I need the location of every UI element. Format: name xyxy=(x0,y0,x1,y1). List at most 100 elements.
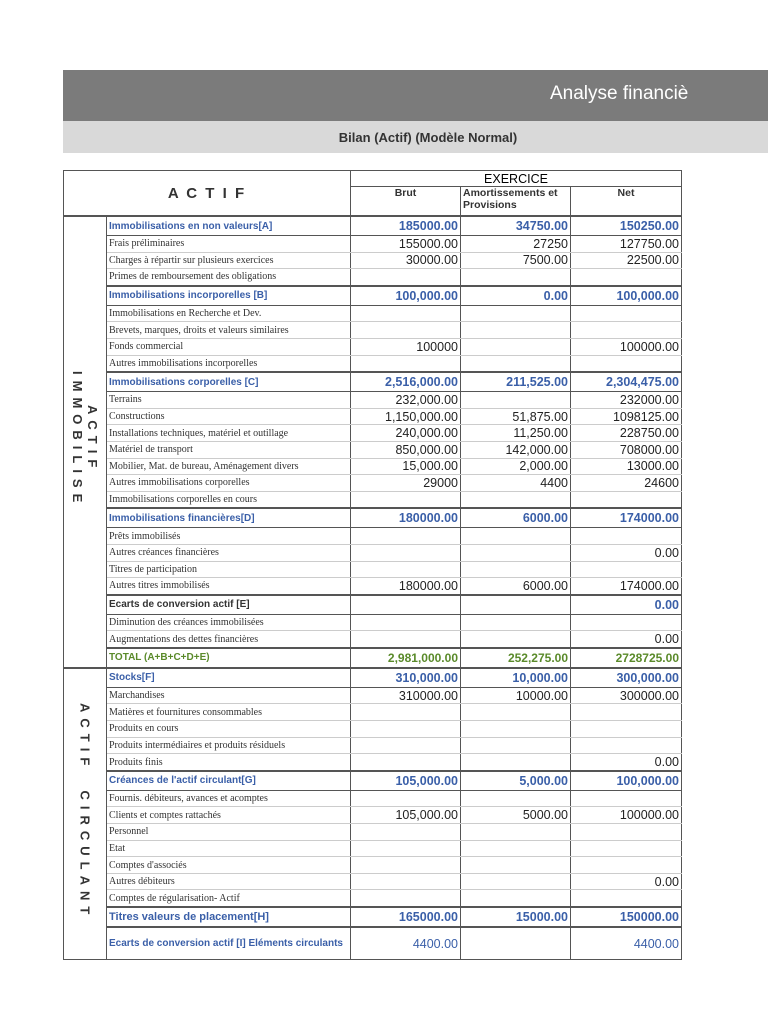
brut-value[interactable] xyxy=(350,856,461,874)
net-value[interactable]: 150250.00 xyxy=(570,215,682,236)
amort-value[interactable] xyxy=(460,789,571,808)
amort-value[interactable] xyxy=(460,823,571,841)
brut-value[interactable]: 165000.00 xyxy=(350,906,461,928)
amort-value[interactable] xyxy=(460,543,571,562)
net-value[interactable]: 300000.00 xyxy=(570,686,682,705)
amort-value[interactable]: 2,000.00 xyxy=(460,457,571,476)
net-value[interactable]: 232000.00 xyxy=(570,391,682,409)
brut-value[interactable]: 1,150,000.00 xyxy=(350,407,461,426)
net-value[interactable]: 0.00 xyxy=(570,753,682,772)
amort-value[interactable] xyxy=(460,321,571,339)
brut-value[interactable]: 2,981,000.00 xyxy=(350,646,461,669)
amort-value[interactable]: 5,000.00 xyxy=(460,769,571,791)
amort-value[interactable]: 11,250.00 xyxy=(460,424,571,442)
brut-value[interactable]: 4400.00 xyxy=(350,926,461,960)
brut-value[interactable]: 29000 xyxy=(350,474,461,492)
brut-value[interactable]: 155000.00 xyxy=(350,235,461,253)
net-value[interactable]: 100000.00 xyxy=(570,806,682,825)
net-value[interactable]: 174000.00 xyxy=(570,507,682,529)
brut-value[interactable] xyxy=(350,490,461,509)
amort-value[interactable]: 6000.00 xyxy=(460,507,571,529)
brut-value[interactable] xyxy=(350,823,461,841)
amort-value[interactable] xyxy=(460,593,571,615)
brut-value[interactable] xyxy=(350,543,461,562)
brut-value[interactable]: 15,000.00 xyxy=(350,457,461,476)
net-value[interactable] xyxy=(570,703,682,722)
brut-value[interactable] xyxy=(350,889,461,908)
brut-value[interactable]: 30000.00 xyxy=(350,251,461,270)
amort-value[interactable]: 27250 xyxy=(460,235,571,253)
brut-value[interactable] xyxy=(350,703,461,722)
net-value[interactable] xyxy=(570,304,682,323)
brut-value[interactable] xyxy=(350,527,461,545)
amort-value[interactable]: 34750.00 xyxy=(460,215,571,236)
net-value[interactable] xyxy=(570,736,682,755)
brut-value[interactable] xyxy=(350,736,461,755)
brut-value[interactable] xyxy=(350,560,461,579)
amort-value[interactable] xyxy=(460,753,571,772)
net-value[interactable]: 4400.00 xyxy=(570,926,682,960)
amort-value[interactable] xyxy=(460,391,571,409)
net-value[interactable]: 2,304,475.00 xyxy=(570,371,682,393)
brut-value[interactable]: 2,516,000.00 xyxy=(350,371,461,393)
amort-value[interactable] xyxy=(460,613,571,632)
brut-value[interactable] xyxy=(350,304,461,323)
net-value[interactable] xyxy=(570,490,682,509)
brut-value[interactable]: 105,000.00 xyxy=(350,769,461,791)
brut-value[interactable]: 850,000.00 xyxy=(350,440,461,459)
amort-value[interactable] xyxy=(460,736,571,755)
amort-value[interactable] xyxy=(460,856,571,874)
amort-value[interactable] xyxy=(460,337,571,356)
brut-value[interactable]: 105,000.00 xyxy=(350,806,461,825)
amort-value[interactable] xyxy=(460,720,571,738)
net-value[interactable]: 0.00 xyxy=(570,593,682,615)
brut-value[interactable] xyxy=(350,630,461,649)
net-value[interactable]: 100000.00 xyxy=(570,337,682,356)
amort-value[interactable] xyxy=(460,703,571,722)
amort-value[interactable]: 4400 xyxy=(460,474,571,492)
brut-value[interactable] xyxy=(350,268,461,287)
brut-value[interactable] xyxy=(350,872,461,891)
amort-value[interactable]: 0.00 xyxy=(460,284,571,306)
brut-value[interactable]: 100,000.00 xyxy=(350,284,461,306)
brut-value[interactable]: 240,000.00 xyxy=(350,424,461,442)
brut-value[interactable]: 185000.00 xyxy=(350,215,461,236)
brut-value[interactable] xyxy=(350,321,461,339)
amort-value[interactable] xyxy=(460,490,571,509)
net-value[interactable] xyxy=(570,720,682,738)
amort-value[interactable]: 7500.00 xyxy=(460,251,571,270)
brut-value[interactable] xyxy=(350,720,461,738)
net-value[interactable]: 174000.00 xyxy=(570,577,682,596)
net-value[interactable]: 708000.00 xyxy=(570,440,682,459)
amort-value[interactable] xyxy=(460,527,571,545)
brut-value[interactable]: 180000.00 xyxy=(350,507,461,529)
net-value[interactable]: 0.00 xyxy=(570,543,682,562)
net-value[interactable]: 228750.00 xyxy=(570,424,682,442)
net-value[interactable]: 0.00 xyxy=(570,630,682,649)
net-value[interactable] xyxy=(570,268,682,287)
amort-value[interactable] xyxy=(460,839,571,858)
net-value[interactable] xyxy=(570,613,682,632)
net-value[interactable] xyxy=(570,789,682,808)
brut-value[interactable] xyxy=(350,354,461,373)
net-value[interactable]: 1098125.00 xyxy=(570,407,682,426)
net-value[interactable]: 2728725.00 xyxy=(570,646,682,669)
amort-value[interactable] xyxy=(460,354,571,373)
net-value[interactable]: 100,000.00 xyxy=(570,769,682,791)
net-value[interactable]: 100,000.00 xyxy=(570,284,682,306)
amort-value[interactable] xyxy=(460,889,571,908)
amort-value[interactable] xyxy=(460,268,571,287)
net-value[interactable]: 150000.00 xyxy=(570,906,682,928)
brut-value[interactable]: 310,000.00 xyxy=(350,666,461,688)
net-value[interactable] xyxy=(570,889,682,908)
amort-value[interactable] xyxy=(460,630,571,649)
net-value[interactable]: 127750.00 xyxy=(570,235,682,253)
brut-value[interactable]: 310000.00 xyxy=(350,686,461,705)
net-value[interactable] xyxy=(570,527,682,545)
amort-value[interactable]: 10000.00 xyxy=(460,686,571,705)
net-value[interactable] xyxy=(570,560,682,579)
brut-value[interactable] xyxy=(350,839,461,858)
brut-value[interactable]: 180000.00 xyxy=(350,577,461,596)
amort-value[interactable]: 51,875.00 xyxy=(460,407,571,426)
brut-value[interactable] xyxy=(350,789,461,808)
